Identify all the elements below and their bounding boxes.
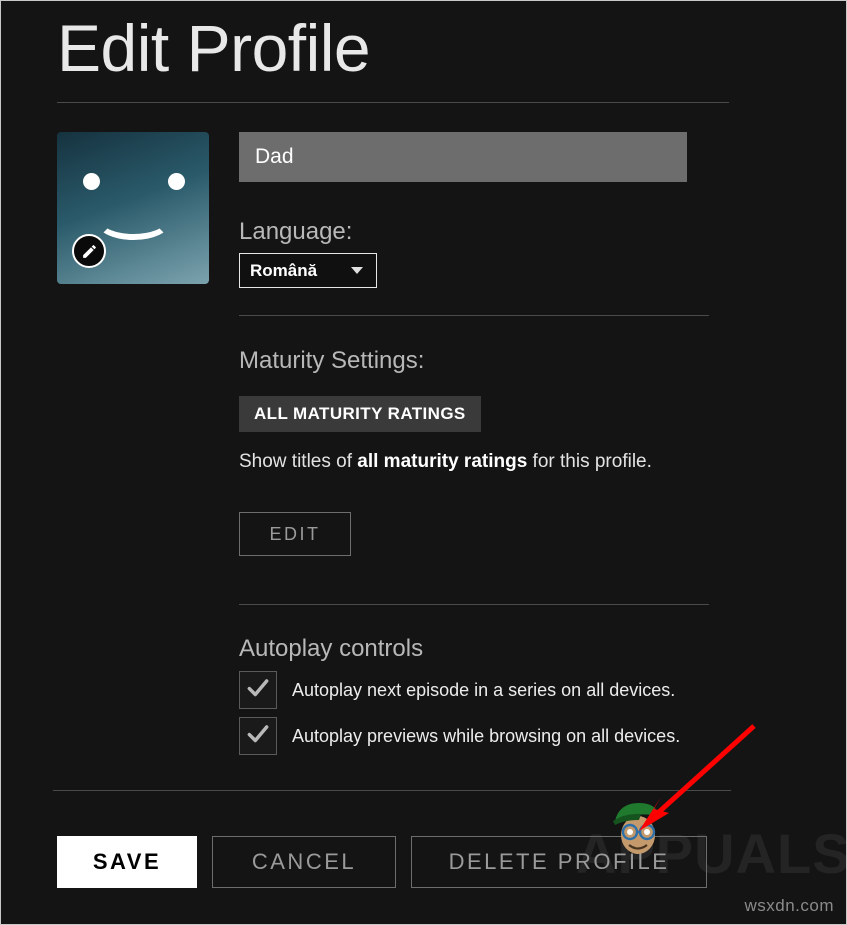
maturity-rating-badge: ALL MATURITY RATINGS [239, 396, 481, 432]
autoplay-previews-checkbox[interactable] [239, 717, 277, 755]
edit-profile-screen: Edit Profile Language: Română Maturity S… [0, 0, 847, 925]
title-divider [57, 102, 729, 103]
language-select[interactable]: Română [239, 253, 377, 288]
avatar-eye-left-icon [83, 173, 100, 190]
avatar-edit-button[interactable] [72, 234, 106, 268]
maturity-description: Show titles of all maturity ratings for … [239, 451, 652, 473]
maturity-divider [239, 315, 709, 316]
maturity-desc-bold: all maturity ratings [357, 451, 527, 472]
pencil-icon [81, 243, 98, 260]
checkmark-icon [245, 675, 271, 706]
maturity-desc-prefix: Show titles of [239, 451, 357, 472]
language-label: Language: [239, 218, 352, 246]
footer-divider [53, 790, 731, 791]
maturity-edit-button[interactable]: EDIT [239, 512, 351, 556]
autoplay-controls-label: Autoplay controls [239, 635, 423, 663]
cancel-button[interactable]: CANCEL [212, 836, 396, 888]
chevron-down-icon [351, 267, 363, 274]
avatar-eye-right-icon [168, 173, 185, 190]
site-credit-watermark: wsxdn.com [744, 896, 834, 916]
autoplay-next-episode-label: Autoplay next episode in a series on all… [292, 680, 675, 701]
autoplay-previews-label: Autoplay previews while browsing on all … [292, 726, 680, 747]
profile-avatar[interactable] [57, 132, 209, 284]
delete-profile-button[interactable]: DELETE PROFILE [411, 836, 707, 888]
profile-name-input[interactable] [239, 132, 687, 182]
autoplay-divider [239, 604, 709, 605]
page-title: Edit Profile [57, 15, 370, 81]
language-selected-value: Română [240, 261, 351, 281]
autoplay-next-episode-checkbox[interactable] [239, 671, 277, 709]
maturity-desc-suffix: for this profile. [527, 451, 652, 472]
save-button[interactable]: SAVE [57, 836, 197, 888]
autoplay-next-episode-row[interactable]: Autoplay next episode in a series on all… [239, 671, 675, 709]
checkmark-icon [245, 721, 271, 752]
maturity-settings-label: Maturity Settings: [239, 347, 424, 375]
autoplay-previews-row[interactable]: Autoplay previews while browsing on all … [239, 717, 680, 755]
avatar-smile-icon [96, 202, 171, 240]
